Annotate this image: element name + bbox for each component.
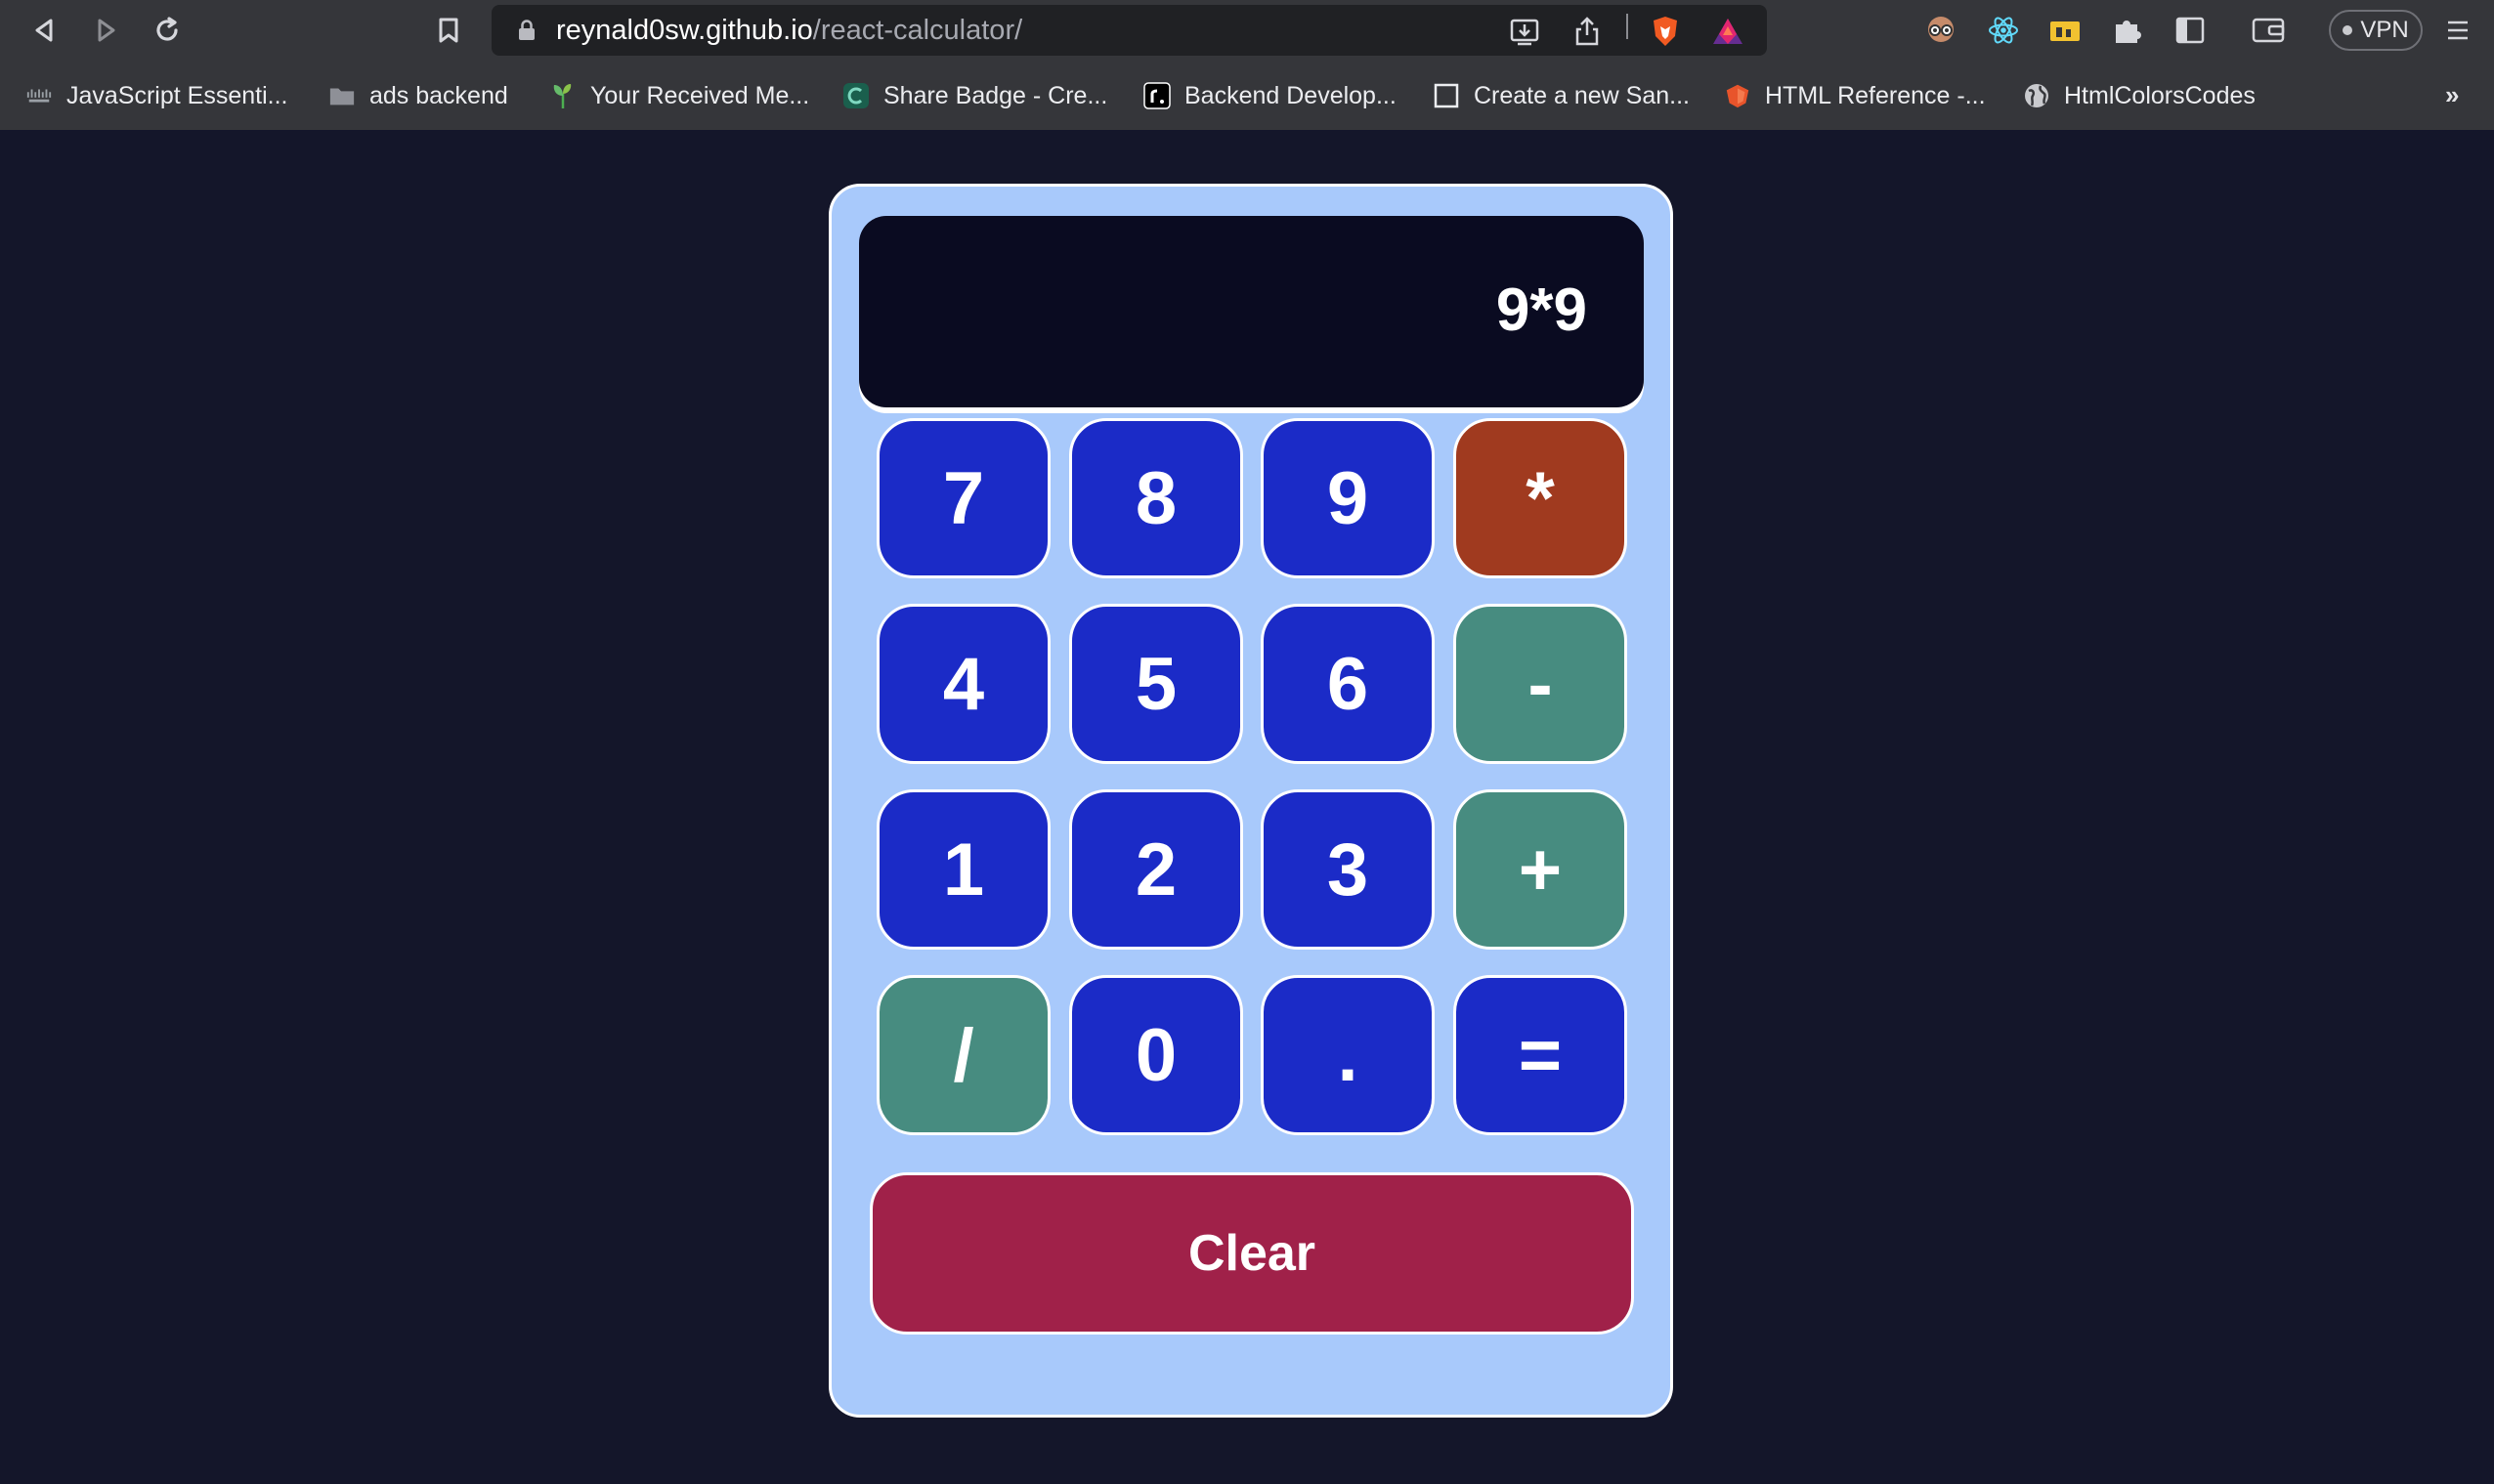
share-icon[interactable]	[1570, 15, 1604, 48]
roadmap-icon	[1143, 82, 1171, 109]
vpn-label: VPN	[2360, 17, 2409, 43]
bookmark-label: Share Badge - Cre...	[883, 81, 1108, 109]
multiply-key[interactable]: *	[1453, 418, 1627, 578]
credly-icon	[842, 82, 870, 109]
digit-4-key[interactable]: 4	[877, 604, 1051, 764]
clear-button[interactable]: Clear	[870, 1172, 1634, 1335]
bookmark-ads-backend[interactable]: ads backend	[328, 76, 508, 115]
display-value: 9*9	[1495, 276, 1587, 344]
reload-icon[interactable]	[149, 12, 186, 49]
bookmark-javascript-essentials[interactable]: JavaScript Essenti...	[25, 76, 287, 115]
address-bar[interactable]: reynald0sw.github.io/react-calculator/	[492, 5, 1767, 56]
digit-5-key[interactable]: 5	[1069, 604, 1243, 764]
install-icon[interactable]	[1508, 15, 1541, 48]
bookmark-label: ads backend	[369, 81, 508, 109]
calculator-display: 9*9	[859, 216, 1644, 407]
bookmark-label: Your Received Me...	[590, 81, 810, 109]
forward-icon[interactable]	[88, 12, 125, 49]
react-devtools-icon[interactable]	[1985, 12, 2022, 49]
globe-icon	[2023, 82, 2050, 109]
bookmark-your-received-me[interactable]: Your Received Me...	[549, 76, 809, 115]
bookmark-create-new-sandbox[interactable]: Create a new San...	[1433, 76, 1690, 115]
bookmark-label: Create a new San...	[1474, 81, 1690, 109]
folder-extension-icon[interactable]	[2046, 12, 2084, 49]
html-icon	[1724, 82, 1751, 109]
digit-6-key[interactable]: 6	[1261, 604, 1435, 764]
cisco-icon	[25, 82, 53, 109]
bookmark-label: HTML Reference -...	[1765, 81, 1986, 109]
divide-key[interactable]: /	[877, 975, 1051, 1135]
brave-shields-icon[interactable]	[1649, 15, 1682, 48]
decimal-key[interactable]: .	[1261, 975, 1435, 1135]
address-bar-separator	[1626, 14, 1628, 39]
digit-8-key[interactable]: 8	[1069, 418, 1243, 578]
digit-1-key[interactable]: 1	[877, 789, 1051, 950]
back-icon[interactable]	[25, 12, 63, 49]
bookmark-icon[interactable]	[430, 12, 467, 49]
lock-icon	[519, 20, 535, 40]
digit-3-key[interactable]: 3	[1261, 789, 1435, 950]
url-path: /react-calculator/	[812, 15, 1023, 46]
url-text: reynald0sw.github.io/react-calculator/	[556, 15, 1022, 46]
bookmark-html-reference[interactable]: HTML Reference -...	[1724, 76, 1986, 115]
add-key[interactable]: +	[1453, 789, 1627, 950]
bookmark-backend-develop[interactable]: Backend Develop...	[1143, 76, 1397, 115]
vpn-status-dot	[2343, 25, 2353, 35]
bookmark-share-badge[interactable]: Share Badge - Cre...	[842, 76, 1107, 115]
menu-icon[interactable]	[2439, 12, 2476, 49]
plant-icon	[549, 82, 577, 109]
bookmarks-bar: JavaScript Essenti... ads backend Your R…	[0, 72, 2494, 121]
bookmark-label: Backend Develop...	[1184, 81, 1397, 109]
url-host: reynald0sw.github.io	[556, 15, 813, 46]
browser-chrome: reynald0sw.github.io/react-calculator/ V…	[0, 0, 2494, 130]
bookmarks-overflow-button[interactable]: »	[2445, 80, 2459, 110]
brave-rewards-icon[interactable]	[1711, 15, 1744, 48]
browser-toolbar: reynald0sw.github.io/react-calculator/ V…	[0, 0, 2494, 61]
folder-icon	[328, 82, 356, 109]
digit-7-key[interactable]: 7	[877, 418, 1051, 578]
digit-9-key[interactable]: 9	[1261, 418, 1435, 578]
sidebar-icon[interactable]	[2172, 12, 2209, 49]
equals-key[interactable]: =	[1453, 975, 1627, 1135]
incognito-extension-icon[interactable]	[1922, 12, 1959, 49]
wallet-icon[interactable]	[2250, 12, 2287, 49]
digit-2-key[interactable]: 2	[1069, 789, 1243, 950]
calculator: 9*9 7 8 9 * 4 5 6- 1 2 3 + /0. = Clear	[829, 184, 1673, 1418]
square-icon	[1433, 82, 1460, 109]
bookmark-htmlcolorscodes[interactable]: HtmlColorsCodes	[2023, 76, 2256, 115]
extensions-puzzle-icon[interactable]	[2109, 12, 2146, 49]
bookmark-label: JavaScript Essenti...	[66, 81, 288, 109]
bookmark-label: HtmlColorsCodes	[2064, 81, 2256, 109]
subtract-key[interactable]: -	[1453, 604, 1627, 764]
vpn-button[interactable]: VPN	[2329, 10, 2423, 51]
digit-0-key[interactable]: 0	[1069, 975, 1243, 1135]
